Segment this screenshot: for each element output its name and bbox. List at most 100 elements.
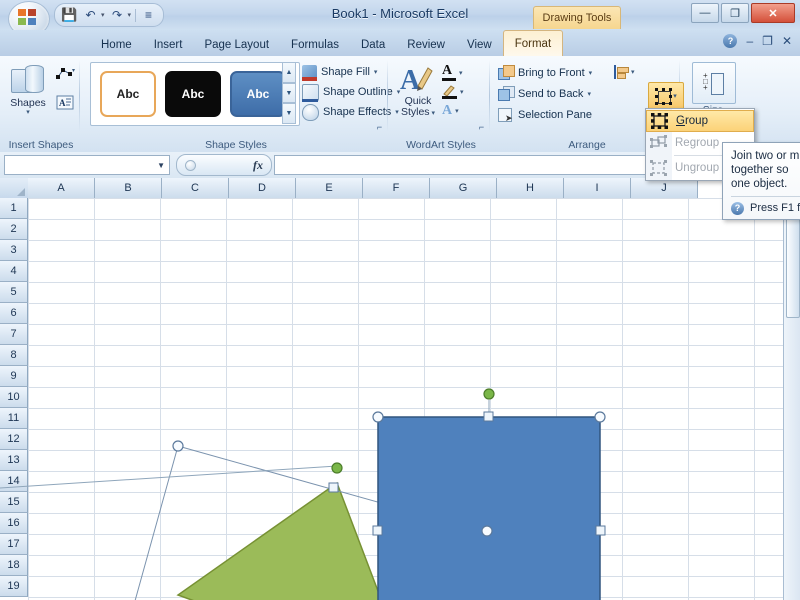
- text-fill-button[interactable]: A ▾: [442, 63, 464, 82]
- row-header-19[interactable]: 19: [0, 576, 28, 597]
- row-header-12[interactable]: 12: [0, 429, 28, 450]
- tab-format[interactable]: Format: [502, 30, 564, 56]
- name-box[interactable]: ▼: [4, 155, 170, 175]
- align-dropdown-arrow[interactable]: ▾: [631, 68, 635, 76]
- row-header-15[interactable]: 15: [0, 492, 28, 513]
- column-header-I[interactable]: I: [564, 178, 631, 199]
- gallery-scroll-up-button[interactable]: ▲: [282, 62, 296, 83]
- group-insert-shapes: Shapes ▾ ▾ A Insert Shapes: [2, 56, 80, 152]
- text-outline-button[interactable]: ▾: [442, 82, 464, 101]
- row-header-8[interactable]: 8: [0, 345, 28, 366]
- insert-function-button[interactable]: fx: [176, 154, 272, 176]
- row-header-5[interactable]: 5: [0, 282, 28, 303]
- tab-page-layout[interactable]: Page Layout: [193, 33, 280, 56]
- column-header-C[interactable]: C: [162, 178, 229, 199]
- text-outline-dropdown-arrow[interactable]: ▾: [460, 88, 464, 96]
- column-header-D[interactable]: D: [229, 178, 296, 199]
- shapes-dropdown-arrow[interactable]: ▾: [26, 109, 30, 116]
- row-header-2[interactable]: 2: [0, 219, 28, 240]
- shapes-button[interactable]: Shapes ▾: [5, 62, 51, 128]
- row-header-7[interactable]: 7: [0, 324, 28, 345]
- text-box-icon: A: [56, 95, 74, 109]
- tab-formulas[interactable]: Formulas: [280, 33, 350, 56]
- shape-styles-dialog-launcher[interactable]: ⌐: [374, 121, 385, 132]
- row-header-4[interactable]: 4: [0, 261, 28, 282]
- cells-area[interactable]: [28, 198, 800, 600]
- minimize-button[interactable]: —: [691, 3, 719, 23]
- wordart-styles-dialog-launcher[interactable]: ⌐: [476, 121, 487, 132]
- column-header-E[interactable]: E: [296, 178, 363, 199]
- menu-item-group[interactable]: Group: [646, 110, 754, 132]
- group-tooltip: Join two or m together so one object. ? …: [722, 142, 800, 220]
- group-split-button[interactable]: ▾: [648, 82, 684, 110]
- shape-styles-gallery[interactable]: Abc Abc Abc: [90, 62, 300, 126]
- shape-outline-button[interactable]: Shape Outline ▾: [302, 82, 400, 102]
- column-header-H[interactable]: H: [497, 178, 564, 199]
- restore-button[interactable]: ❐: [721, 3, 749, 23]
- row-header-9[interactable]: 9: [0, 366, 28, 387]
- tab-view[interactable]: View: [456, 33, 503, 56]
- bring-to-front-dropdown-arrow[interactable]: ▾: [589, 69, 593, 77]
- gallery-more-button[interactable]: ▼: [282, 103, 296, 125]
- column-header-F[interactable]: F: [363, 178, 430, 199]
- formula-bar-expand-icon[interactable]: [185, 159, 196, 171]
- close-button[interactable]: ✕: [751, 3, 795, 23]
- bring-to-front-button[interactable]: Bring to Front ▾: [498, 62, 610, 83]
- quick-styles-button[interactable]: A Quick Styles ▾: [396, 62, 440, 124]
- size-button[interactable]: + □ +: [692, 62, 736, 104]
- column-header-A[interactable]: A: [28, 178, 95, 199]
- text-effects-button[interactable]: A ▾: [442, 101, 464, 120]
- tab-data[interactable]: Data: [350, 33, 396, 56]
- group-dropdown-arrow[interactable]: ▾: [673, 92, 677, 100]
- column-header-B[interactable]: B: [95, 178, 162, 199]
- shape-effects-button[interactable]: Shape Effects ▾: [302, 102, 399, 122]
- row-header-14[interactable]: 14: [0, 471, 28, 492]
- group-mnemonic: G: [676, 115, 685, 127]
- select-all-button[interactable]: [0, 178, 29, 199]
- shape-style-swatch-3[interactable]: Abc: [230, 71, 286, 117]
- row-header-3[interactable]: 3: [0, 240, 28, 261]
- group-menu-icon: [651, 112, 669, 130]
- column-header-G[interactable]: G: [430, 178, 497, 199]
- vertical-scrollbar[interactable]: [783, 178, 800, 600]
- row-header-6[interactable]: 6: [0, 303, 28, 324]
- send-to-back-icon: [498, 86, 515, 101]
- row-header-1[interactable]: 1: [0, 198, 28, 219]
- window-controls: — ❐ ✕: [691, 3, 795, 23]
- shape-fill-button[interactable]: Shape Fill ▾: [302, 62, 386, 82]
- help-icon[interactable]: ?: [723, 34, 738, 48]
- edit-shape-button[interactable]: ▾: [54, 64, 76, 84]
- shapes-button-label: Shapes: [10, 97, 46, 109]
- row-header-11[interactable]: 11: [0, 408, 28, 429]
- group-label-insert-shapes: Insert Shapes: [8, 139, 74, 151]
- quick-styles-label: Quick Styles ▾: [396, 96, 440, 118]
- text-effects-dropdown-arrow[interactable]: ▾: [455, 107, 459, 115]
- text-fill-dropdown-arrow[interactable]: ▾: [459, 69, 463, 77]
- row-header-13[interactable]: 13: [0, 450, 28, 471]
- send-to-back-dropdown-arrow[interactable]: ▾: [587, 90, 591, 98]
- tab-home[interactable]: Home: [90, 33, 143, 56]
- minimize-ribbon-icon[interactable]: –: [746, 34, 753, 48]
- row-header-16[interactable]: 16: [0, 513, 28, 534]
- shape-style-swatch-2[interactable]: Abc: [165, 71, 221, 117]
- tab-insert[interactable]: Insert: [143, 33, 194, 56]
- align-button[interactable]: ▾: [614, 62, 642, 82]
- text-box-button[interactable]: A: [54, 92, 76, 112]
- quick-styles-dropdown-arrow[interactable]: ▾: [430, 110, 436, 117]
- shape-fill-dropdown-arrow[interactable]: ▾: [374, 68, 378, 76]
- svg-text:▾: ▾: [72, 68, 75, 74]
- row-header-17[interactable]: 17: [0, 534, 28, 555]
- row-header-18[interactable]: 18: [0, 555, 28, 576]
- column-header-J[interactable]: J: [631, 178, 698, 199]
- send-to-back-button[interactable]: Send to Back ▾: [498, 83, 610, 104]
- tab-review[interactable]: Review: [396, 33, 456, 56]
- send-to-back-label: Send to Back: [518, 87, 584, 100]
- selection-pane-button[interactable]: ➤ Selection Pane: [498, 104, 610, 125]
- regroup-menu-icon: [650, 134, 668, 152]
- close-window-icon[interactable]: ✕: [782, 34, 792, 48]
- restore-window-icon[interactable]: ❐: [762, 34, 773, 48]
- gallery-scroll-down-button[interactable]: ▼: [282, 82, 296, 104]
- shape-style-swatch-1[interactable]: Abc: [100, 71, 156, 117]
- name-box-dropdown-arrow[interactable]: ▼: [157, 161, 165, 170]
- row-header-10[interactable]: 10: [0, 387, 28, 408]
